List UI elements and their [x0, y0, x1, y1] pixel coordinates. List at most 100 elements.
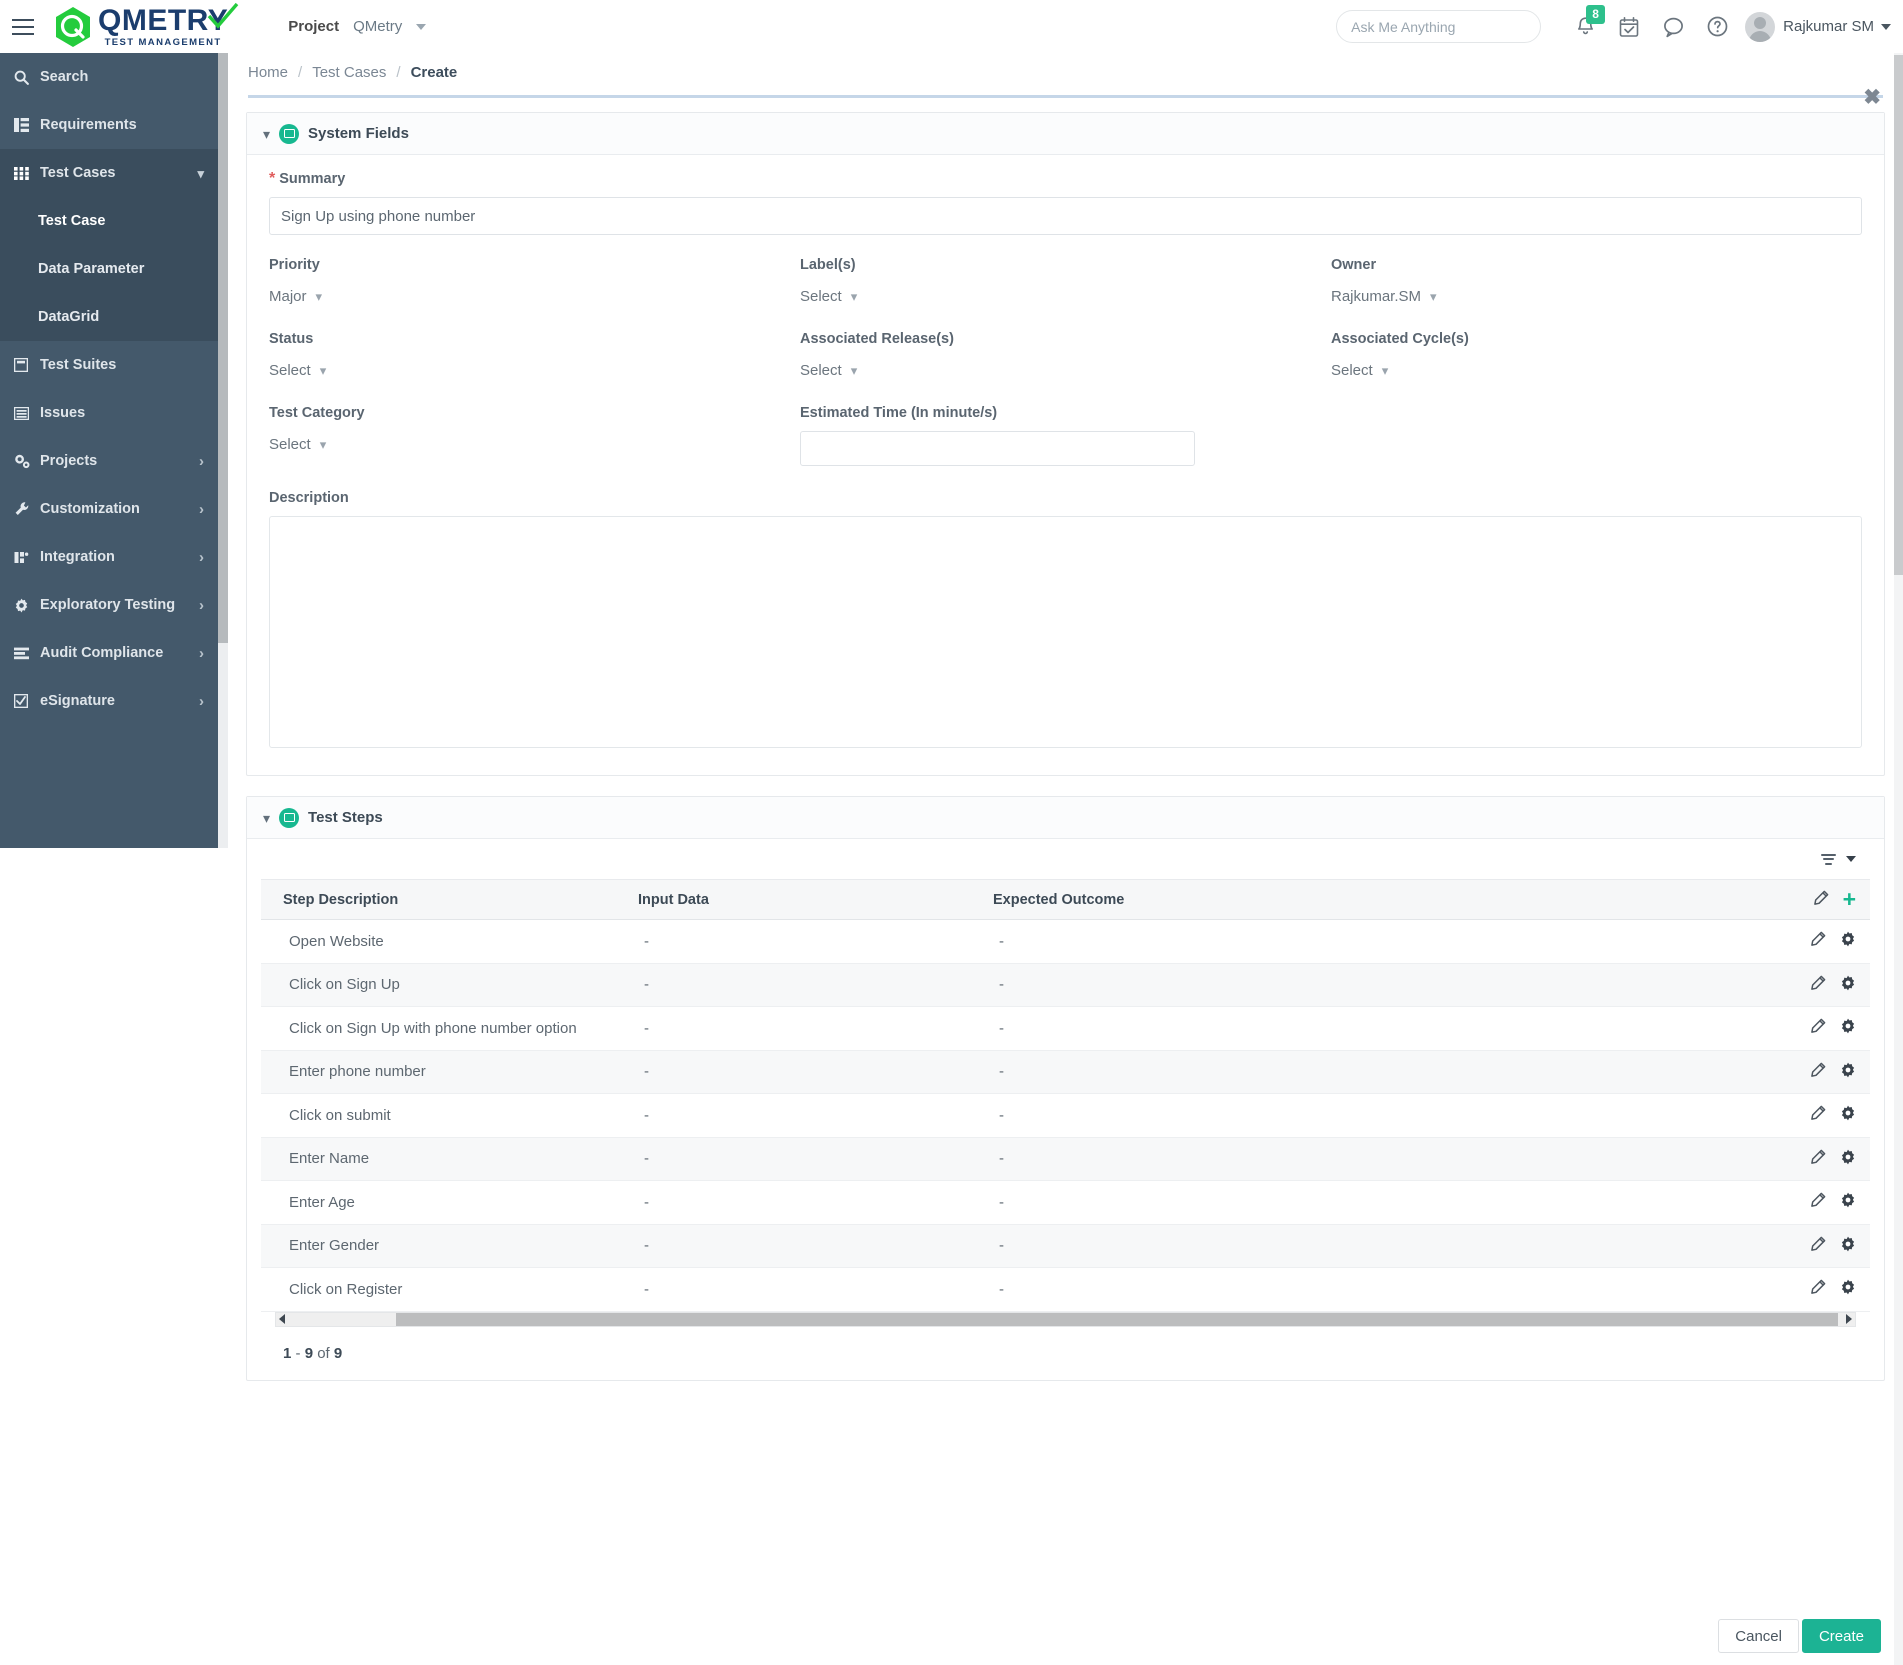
- search-box[interactable]: [1336, 10, 1542, 43]
- associated-release-select[interactable]: Select ▾: [800, 357, 1331, 383]
- gear-icon[interactable]: [1840, 1018, 1856, 1038]
- search-input[interactable]: [1349, 17, 1535, 36]
- sidebar-item-audit-compliance[interactable]: Audit Compliance ›: [0, 629, 218, 677]
- filter-icon[interactable]: [1821, 853, 1836, 865]
- breadcrumb-home[interactable]: Home: [248, 64, 288, 81]
- required-asterisk-icon: *: [269, 170, 276, 187]
- priority-select[interactable]: Major ▾: [269, 283, 800, 309]
- chevron-right-icon[interactable]: ›: [199, 454, 204, 469]
- table-row[interactable]: Click on Register - -: [261, 1267, 1870, 1312]
- test-category-select[interactable]: Select ▾: [269, 431, 800, 457]
- chevron-down-icon[interactable]: ▾: [263, 811, 270, 825]
- sidebar-item-test-cases[interactable]: Test Cases ▾: [0, 149, 218, 197]
- table-row[interactable]: Enter Name - -: [261, 1137, 1870, 1181]
- sidebar-item-search[interactable]: Search: [0, 53, 218, 101]
- filter-chevron-down-icon[interactable]: [1846, 856, 1856, 862]
- scroll-left-icon[interactable]: [279, 1314, 285, 1324]
- summary-input[interactable]: [269, 197, 1862, 235]
- table-row[interactable]: Enter Gender - -: [261, 1224, 1870, 1268]
- chevron-right-icon[interactable]: ›: [199, 694, 204, 709]
- sidebar-item-test-case[interactable]: Test Case: [0, 197, 218, 245]
- sidebar-item-data-parameter[interactable]: Data Parameter: [0, 245, 218, 293]
- create-button[interactable]: Create: [1801, 1619, 1881, 1653]
- horizontal-scrollbar[interactable]: [275, 1311, 1856, 1327]
- gear-icon[interactable]: [1840, 1236, 1856, 1256]
- chevron-down-icon[interactable]: ▾: [197, 167, 204, 180]
- chevron-right-icon[interactable]: ›: [199, 646, 204, 661]
- gear-icon[interactable]: [1840, 1279, 1856, 1299]
- chevron-right-icon[interactable]: ›: [199, 502, 204, 517]
- sidebar-item-projects[interactable]: Projects ›: [0, 437, 218, 485]
- description-textarea[interactable]: [269, 516, 1862, 748]
- cell-expected-outcome: -: [971, 1093, 1411, 1138]
- gear-icon[interactable]: [1840, 1062, 1856, 1082]
- chevron-right-icon[interactable]: ›: [199, 598, 204, 613]
- avatar[interactable]: [1745, 11, 1776, 42]
- column-header-step-description[interactable]: Step Description: [261, 879, 616, 920]
- add-step-icon[interactable]: +: [1843, 888, 1856, 911]
- cell-expected-outcome: -: [971, 1006, 1411, 1051]
- sidebar-scrollbar[interactable]: [218, 53, 228, 848]
- edit-icon[interactable]: [1810, 1279, 1826, 1299]
- cancel-button[interactable]: Cancel: [1718, 1619, 1799, 1653]
- edit-icon[interactable]: [1810, 1018, 1826, 1038]
- sidebar-item-customization[interactable]: Customization ›: [0, 485, 218, 533]
- associated-cycle-select[interactable]: Select ▾: [1331, 357, 1862, 383]
- edit-icon[interactable]: [1810, 931, 1826, 951]
- page-scrollbar-thumb[interactable]: [1894, 55, 1903, 575]
- tasks-button[interactable]: [1607, 5, 1651, 49]
- estimated-time-input[interactable]: [800, 431, 1195, 466]
- breadcrumb-test-cases[interactable]: Test Cases: [312, 64, 386, 81]
- gear-icon[interactable]: [1840, 1192, 1856, 1212]
- table-row[interactable]: Click on submit - -: [261, 1093, 1870, 1138]
- monitor-icon: [279, 123, 300, 144]
- system-fields-header[interactable]: ▾ System Fields: [247, 113, 1884, 155]
- top-bar-right: 8 Rajkumar SM: [1336, 4, 1903, 49]
- breadcrumb-divider: [248, 95, 1883, 98]
- chevron-down-icon[interactable]: [416, 23, 427, 30]
- column-header-expected-outcome[interactable]: Expected Outcome: [971, 879, 1411, 920]
- edit-icon[interactable]: [1813, 890, 1829, 910]
- gear-icon[interactable]: [1840, 1149, 1856, 1169]
- chat-button[interactable]: [1651, 5, 1695, 49]
- edit-icon[interactable]: [1810, 1192, 1826, 1212]
- table-row[interactable]: Enter Age - -: [261, 1180, 1870, 1225]
- help-button[interactable]: [1695, 5, 1739, 49]
- sidebar-item-datagrid[interactable]: DataGrid: [0, 293, 218, 341]
- notifications-button[interactable]: 8: [1563, 4, 1607, 49]
- edit-icon[interactable]: [1810, 1062, 1826, 1082]
- sidebar-item-esignature[interactable]: eSignature ›: [0, 677, 218, 725]
- scroll-right-icon[interactable]: [1846, 1314, 1852, 1324]
- owner-select[interactable]: Rajkumar.SM ▾: [1331, 283, 1862, 309]
- sidebar-subitem-label: Test Case: [38, 213, 106, 229]
- test-steps-header[interactable]: ▾ Test Steps: [247, 797, 1884, 839]
- gear-icon[interactable]: [1840, 1105, 1856, 1125]
- table-row[interactable]: Enter phone number - -: [261, 1050, 1870, 1094]
- edit-icon[interactable]: [1810, 1105, 1826, 1125]
- sidebar-item-test-suites[interactable]: Test Suites: [0, 341, 218, 389]
- table-row[interactable]: Click on Sign Up with phone number optio…: [261, 1006, 1870, 1051]
- gear-icon[interactable]: [1840, 975, 1856, 995]
- sidebar-item-exploratory-testing[interactable]: Exploratory Testing ›: [0, 581, 218, 629]
- table-row[interactable]: Click on Sign Up - -: [261, 963, 1870, 1007]
- project-selector[interactable]: Project QMetry: [288, 18, 427, 35]
- edit-icon[interactable]: [1810, 975, 1826, 995]
- gear-icon[interactable]: [1840, 931, 1856, 951]
- user-menu-chevron-down-icon[interactable]: [1881, 23, 1891, 30]
- close-icon[interactable]: ✖: [1863, 87, 1881, 108]
- column-header-input-data[interactable]: Input Data: [616, 879, 971, 920]
- sidebar-item-issues[interactable]: Issues: [0, 389, 218, 437]
- sidebar-item-integration[interactable]: Integration ›: [0, 533, 218, 581]
- horizontal-scrollbar-thumb[interactable]: [396, 1312, 1838, 1326]
- edit-icon[interactable]: [1810, 1149, 1826, 1169]
- page-scrollbar[interactable]: [1894, 53, 1903, 1665]
- labels-select[interactable]: Select ▾: [800, 283, 1331, 309]
- sidebar-item-requirements[interactable]: Requirements: [0, 101, 218, 149]
- hamburger-icon[interactable]: [12, 18, 34, 35]
- chevron-right-icon[interactable]: ›: [199, 550, 204, 565]
- edit-icon[interactable]: [1810, 1236, 1826, 1256]
- chevron-down-icon[interactable]: ▾: [263, 127, 270, 141]
- sidebar-scrollbar-thumb[interactable]: [218, 53, 228, 643]
- table-row[interactable]: Open Website - -: [261, 919, 1870, 964]
- status-select[interactable]: Select ▾: [269, 357, 800, 383]
